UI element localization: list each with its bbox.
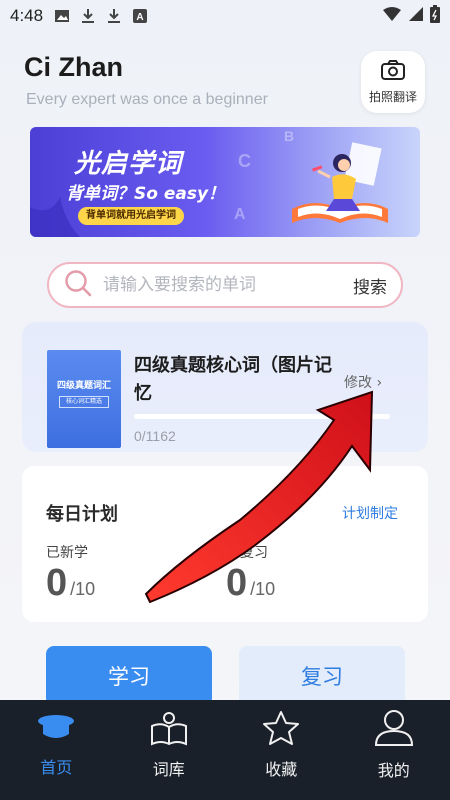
reviewed-count: 0: [226, 562, 248, 604]
image-icon: [53, 7, 71, 25]
app-subtitle: Every expert was once a beginner: [26, 91, 268, 108]
new-learned-value: 0/10: [46, 562, 95, 605]
nav-label-home: 首页: [40, 758, 73, 777]
banner-pill: 背单词就用光启学词: [78, 207, 184, 225]
user-icon: [374, 709, 414, 751]
search-bar: 搜索: [47, 262, 403, 308]
svg-text:C: C: [238, 151, 251, 171]
reviewed-value: 0/10: [226, 562, 275, 605]
app-title: Ci Zhan: [24, 52, 123, 82]
nav-label-library: 词库: [152, 760, 185, 779]
svg-text:A: A: [136, 12, 143, 23]
camera-icon: [380, 59, 406, 85]
svg-text:A: A: [234, 206, 246, 223]
new-learned-label: 已新学: [46, 545, 88, 561]
nav-item-favorites[interactable]: 收藏: [225, 700, 338, 800]
new-learned-total: /10: [70, 579, 96, 599]
graduation-cap-icon: [36, 712, 76, 748]
nav-label-profile: 我的: [377, 761, 410, 780]
banner-title: 光启学词: [74, 149, 183, 179]
reviewed-total: /10: [250, 579, 276, 599]
current-book-card[interactable]: 四级真题词汇 核心词汇精选 四级真题核心词（图片记忆 修改 › 0/1162: [22, 322, 428, 452]
star-icon: [261, 710, 301, 750]
download-icon: [79, 7, 97, 25]
battery-icon: [430, 4, 440, 28]
bottom-navigation: 首页 词库 收藏 我的: [0, 700, 450, 800]
signal-icon: [408, 6, 424, 27]
book-cover-subtitle: 核心词汇精选: [59, 396, 109, 408]
search-button[interactable]: 搜索: [353, 273, 387, 298]
plan-settings-link[interactable]: 计划制定: [342, 503, 398, 523]
book-title: 四级真题核心词（图片记忆: [134, 355, 332, 404]
nav-item-profile[interactable]: 我的: [338, 700, 450, 800]
new-learned-count: 0: [46, 562, 68, 604]
svg-text:B: B: [284, 128, 294, 144]
review-button[interactable]: 复习: [239, 646, 405, 706]
status-time: 4:48: [10, 6, 44, 25]
search-icon: [63, 268, 93, 302]
book-cover: 四级真题词汇 核心词汇精选: [47, 350, 121, 448]
plan-title: 每日计划: [46, 504, 118, 525]
photo-translate-button[interactable]: 拍照翻译: [361, 51, 425, 113]
nav-label-favorites: 收藏: [265, 760, 298, 779]
banner-subtitle: 背单词？So easy！: [66, 184, 226, 204]
search-input[interactable]: [103, 275, 353, 295]
nav-item-home[interactable]: 首页: [0, 700, 113, 800]
open-book-icon: [149, 710, 189, 750]
photo-translate-label: 拍照翻译: [368, 90, 417, 104]
reviewed-label: 已复习: [226, 545, 268, 561]
promo-banner[interactable]: C B A 光启学词 背单词？So easy！ 背单词就用光启学词: [30, 127, 420, 237]
download-icon: [105, 7, 123, 25]
status-bar: 4:48 A: [0, 0, 450, 32]
nav-item-library[interactable]: 词库: [113, 700, 226, 800]
book-progress-count: 0/1162: [134, 428, 176, 444]
app-notification-icon: A: [131, 7, 149, 25]
learn-button[interactable]: 学习: [46, 646, 212, 706]
book-cover-title: 四级真题词汇: [56, 381, 111, 391]
daily-plan-card: 每日计划 计划制定 已新学 0/10 已复习 0/10: [22, 466, 428, 622]
book-progress-bar: [134, 414, 390, 419]
edit-book-button[interactable]: 修改 ›: [344, 372, 382, 392]
wifi-icon: [382, 6, 402, 27]
